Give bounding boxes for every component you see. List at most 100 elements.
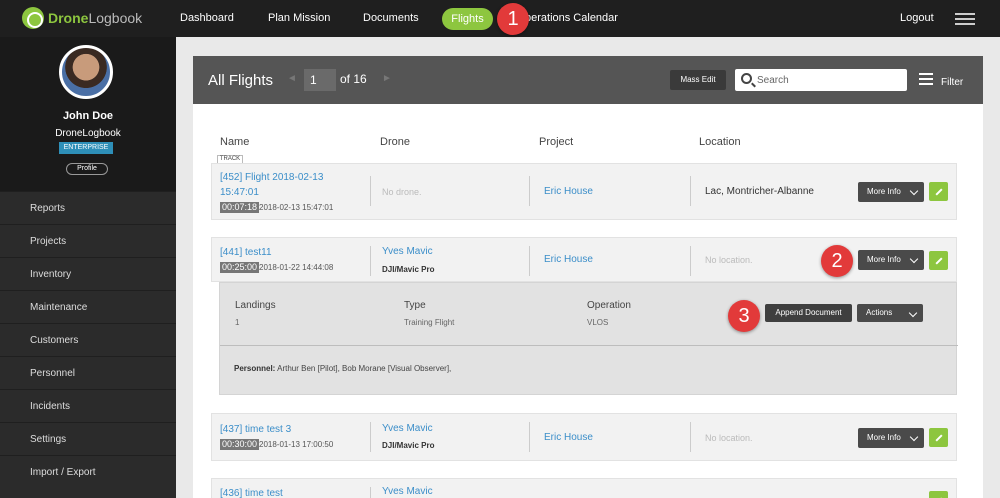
- page-count: of 16: [340, 72, 367, 86]
- sidebar-item-incidents[interactable]: Incidents: [0, 389, 176, 422]
- search-input[interactable]: [757, 72, 897, 88]
- filter-icon[interactable]: [919, 73, 933, 87]
- type-label: Type: [404, 300, 426, 311]
- flight-name-link[interactable]: [437] time test 3: [220, 424, 291, 435]
- personnel-info: Personnel: Arthur Ben [Pilot], Bob Moran…: [234, 364, 452, 373]
- panel-header: All Flights ◄ 1 of 16 ► Mass Edit Filter: [193, 56, 983, 104]
- column-header-location: Location: [699, 136, 741, 148]
- column-divider: [370, 422, 371, 452]
- plan-badge: ENTERPRISE: [59, 142, 113, 154]
- pencil-icon: [935, 257, 943, 265]
- project-link[interactable]: Eric House: [544, 432, 593, 443]
- edit-button[interactable]: [929, 428, 948, 447]
- more-info-button[interactable]: More Info: [858, 250, 924, 270]
- drone-value: No drone.: [382, 187, 422, 197]
- actions-button[interactable]: Actions: [857, 304, 923, 322]
- more-info-button[interactable]: More Info: [858, 428, 924, 448]
- chevron-down-icon: [909, 432, 919, 442]
- hamburger-menu-icon[interactable]: [955, 13, 975, 25]
- pilot-link[interactable]: Yves Mavic: [382, 423, 433, 434]
- drone-model: DJI/Mavic Pro: [382, 441, 435, 450]
- avatar[interactable]: [59, 45, 113, 99]
- landings-value: 1: [235, 318, 240, 327]
- nav-dashboard[interactable]: Dashboard: [180, 12, 234, 24]
- nav-flights[interactable]: Flights: [442, 8, 493, 30]
- sidebar-item-reports[interactable]: Reports: [0, 191, 176, 224]
- operation-value: VLOS: [587, 318, 609, 327]
- edit-button[interactable]: [929, 491, 948, 498]
- chevron-down-icon: [909, 186, 919, 196]
- table-row[interactable]: [436] time test Yves Mavic: [211, 478, 957, 498]
- sidebar-item-import-export[interactable]: Import / Export: [0, 455, 176, 488]
- callout-badge-2: 2: [821, 245, 853, 277]
- column-divider: [370, 246, 371, 276]
- profile-button[interactable]: Profile: [66, 163, 108, 175]
- flight-duration: 00:25:00: [220, 262, 260, 273]
- flight-duration: 00:07:18: [220, 202, 260, 213]
- nav-documents[interactable]: Documents: [363, 12, 419, 24]
- pencil-icon: [935, 434, 943, 442]
- flight-date: 2018-01-13 17:00:50: [259, 440, 334, 449]
- sidebar-item-customers[interactable]: Customers: [0, 323, 176, 356]
- search-icon: [741, 73, 752, 84]
- callout-badge-3: 3: [728, 300, 760, 332]
- logo-icon: [22, 7, 44, 29]
- nav-plan-mission[interactable]: Plan Mission: [268, 12, 330, 24]
- page-number-input[interactable]: 1: [304, 69, 336, 91]
- pilot-link[interactable]: Yves Mavic: [382, 246, 433, 257]
- location-value: Lac, Montricher-Albanne: [705, 186, 814, 197]
- flights-panel: All Flights ◄ 1 of 16 ► Mass Edit Filter…: [193, 56, 983, 498]
- pilot-link[interactable]: Yves Mavic: [382, 486, 433, 497]
- column-divider: [529, 176, 530, 206]
- column-divider: [690, 176, 691, 206]
- sidebar-item-maintenance[interactable]: Maintenance: [0, 290, 176, 323]
- project-link[interactable]: Eric House: [544, 254, 593, 265]
- drone-logbook-logo[interactable]: DroneLogbook: [22, 7, 142, 29]
- flight-name-link-cont[interactable]: 15:47:01: [220, 187, 259, 198]
- flight-duration: 00:30:00: [220, 439, 260, 450]
- column-header-project: Project: [539, 136, 574, 148]
- table-row[interactable]: [437] time test 3 00:30:00 2018-01-13 17…: [211, 413, 957, 461]
- divider: [220, 345, 958, 346]
- user-name: John Doe: [62, 110, 114, 122]
- filter-button[interactable]: Filter: [941, 77, 963, 88]
- page-title: All Flights: [208, 72, 274, 89]
- flight-date: 2018-02-13 15:47:01: [259, 203, 334, 212]
- column-divider: [370, 487, 371, 498]
- project-link[interactable]: Eric House: [544, 186, 593, 197]
- flight-date: 2018-01-22 14:44:08: [259, 263, 334, 272]
- pencil-icon: [935, 188, 943, 196]
- column-header-drone: Drone: [380, 136, 410, 148]
- chevron-down-icon: [909, 254, 919, 264]
- more-info-button[interactable]: More Info: [858, 182, 924, 202]
- operation-label: Operation: [587, 300, 631, 311]
- nav-logout[interactable]: Logout: [900, 12, 934, 24]
- sidebar-item-inventory[interactable]: Inventory: [0, 257, 176, 290]
- append-document-button[interactable]: Append Document: [765, 304, 852, 322]
- mass-edit-button[interactable]: Mass Edit: [670, 70, 726, 90]
- location-value: No location.: [705, 255, 753, 265]
- table-row[interactable]: [452] Flight 2018-02-13 15:47:01 00:07:1…: [211, 163, 957, 220]
- search-box: [735, 69, 907, 91]
- type-value: Training Flight: [404, 318, 455, 327]
- sidebar-item-projects[interactable]: Projects: [0, 224, 176, 257]
- column-divider: [690, 422, 691, 452]
- sidebar-item-settings[interactable]: Settings: [0, 422, 176, 455]
- flight-name-link[interactable]: [441] test11: [220, 247, 272, 258]
- user-company: DroneLogbook: [55, 128, 121, 139]
- sidebar-item-personnel[interactable]: Personnel: [0, 356, 176, 389]
- flight-name-link[interactable]: [436] time test: [220, 488, 283, 498]
- nav-operations-calendar[interactable]: perations Calendar: [525, 12, 618, 24]
- prev-page-icon[interactable]: ◄: [287, 73, 297, 84]
- flight-details-panel: Landings 1 Type Training Flight Operatio…: [219, 282, 958, 395]
- column-divider: [529, 422, 530, 452]
- column-divider: [370, 176, 371, 206]
- flight-name-link[interactable]: [452] Flight 2018-02-13: [220, 172, 323, 183]
- edit-button[interactable]: [929, 182, 948, 201]
- column-divider: [690, 246, 691, 276]
- edit-button[interactable]: [929, 251, 948, 270]
- user-profile-card: John Doe DroneLogbook ENTERPRISE Profile: [0, 37, 176, 191]
- location-value: No location.: [705, 433, 753, 443]
- next-page-icon[interactable]: ►: [382, 73, 392, 84]
- column-header-name: Name: [220, 136, 250, 148]
